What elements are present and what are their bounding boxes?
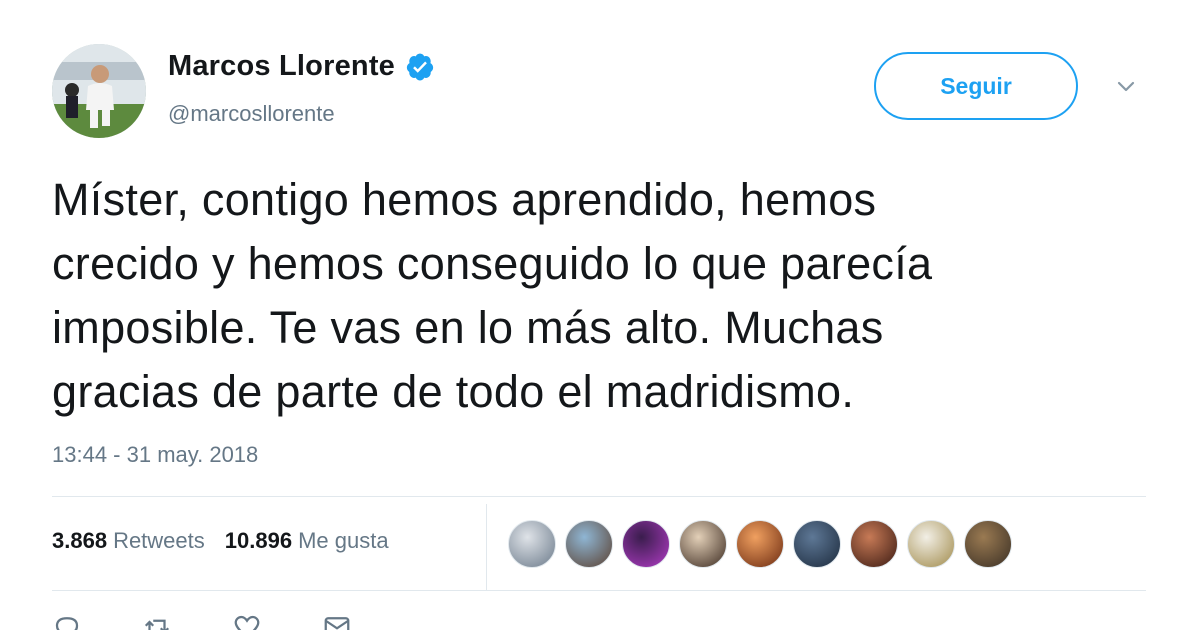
divider	[52, 590, 1146, 591]
like-icon	[234, 615, 260, 630]
retweet-button[interactable]	[142, 612, 172, 630]
tweet-text-line: crecido y hemos conseguido lo que parecí…	[52, 238, 933, 289]
liker-avatar[interactable]	[508, 520, 556, 568]
user-handle[interactable]: @marcosllorente	[168, 101, 335, 127]
liker-avatar[interactable]	[622, 520, 670, 568]
retweets-count: 3.868	[52, 528, 108, 553]
message-icon	[324, 617, 350, 630]
follow-button[interactable]: Seguir	[874, 52, 1078, 120]
liker-avatar[interactable]	[565, 520, 613, 568]
verified-badge-icon	[406, 53, 434, 80]
tweet-text-line: Míster, contigo hemos aprendido, hemos	[52, 174, 877, 225]
like-button[interactable]	[232, 612, 262, 630]
tweet-timestamp[interactable]: 13:44 - 31 may. 2018	[52, 442, 258, 468]
liker-avatars	[508, 520, 1021, 568]
display-name[interactable]: Marcos Llorente	[168, 50, 395, 83]
tweet-text: Míster, contigo hemos aprendido, hemos c…	[52, 168, 1132, 424]
reply-button[interactable]	[52, 612, 82, 630]
tweet-stats: 3.868 Retweets 10.896 Me gusta	[52, 528, 409, 554]
divider	[486, 504, 487, 590]
chevron-down-icon[interactable]	[1113, 76, 1139, 96]
avatar[interactable]	[52, 44, 146, 138]
divider	[52, 496, 1146, 497]
retweet-icon	[144, 619, 170, 630]
liker-avatar[interactable]	[736, 520, 784, 568]
tweet-card: Marcos Llorente @marcosllorente Seguir M…	[0, 0, 1200, 630]
liker-avatar[interactable]	[907, 520, 955, 568]
liker-avatar[interactable]	[964, 520, 1012, 568]
retweets-label: Retweets	[113, 528, 205, 553]
likes-stat[interactable]: 10.896 Me gusta	[225, 528, 389, 554]
name-row: Marcos Llorente	[168, 50, 435, 83]
tweet-text-line: gracias de parte de todo el madridismo.	[52, 366, 855, 417]
likes-count: 10.896	[224, 528, 293, 553]
liker-avatar[interactable]	[850, 520, 898, 568]
retweets-stat[interactable]: 3.868 Retweets	[52, 528, 205, 554]
message-button[interactable]	[322, 612, 352, 630]
tweet-text-line: imposible. Te vas en lo más alto. Muchas	[52, 302, 884, 353]
likes-label: Me gusta	[298, 528, 389, 553]
liker-avatar[interactable]	[793, 520, 841, 568]
reply-icon	[55, 617, 79, 630]
tweet-actions	[52, 612, 412, 630]
liker-avatar[interactable]	[679, 520, 727, 568]
avatar-photo	[52, 44, 146, 138]
